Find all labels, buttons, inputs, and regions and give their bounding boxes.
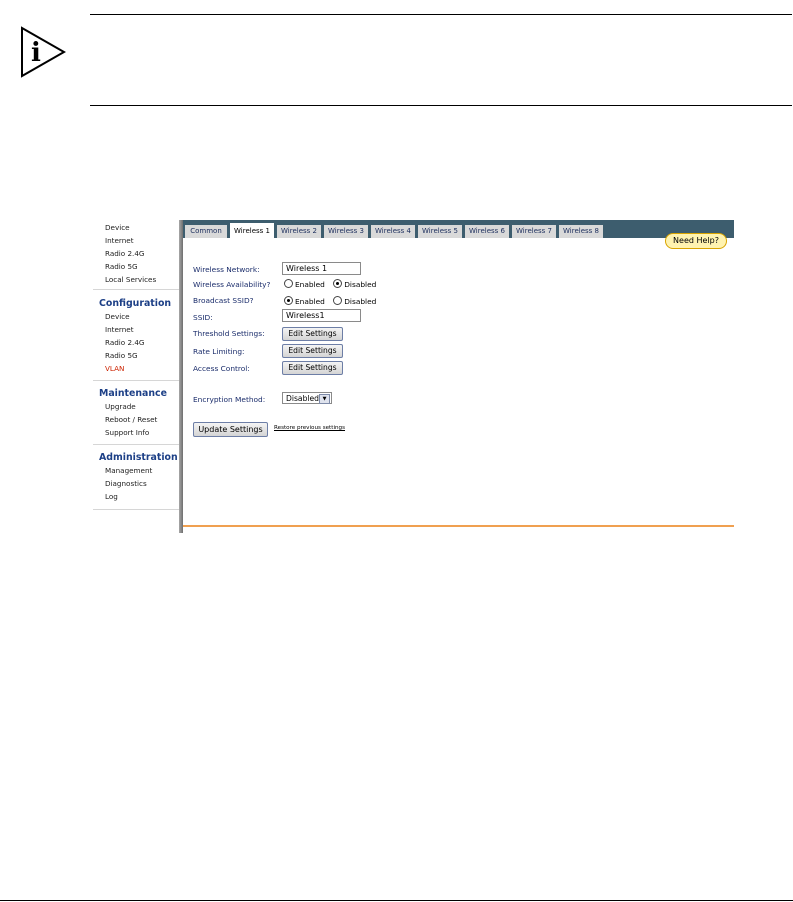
rate-limiting-edit-settings-button[interactable]: Edit Settings <box>282 344 343 358</box>
sidebar-item-internet[interactable]: Internet <box>105 236 134 245</box>
threshold-edit-settings-button[interactable]: Edit Settings <box>282 327 343 341</box>
footer-accent-line <box>183 525 734 527</box>
wireless-availability-options: Enabled Disabled <box>284 279 382 289</box>
sidebar-divider <box>93 289 179 290</box>
sidebar-divider <box>93 444 179 445</box>
restore-previous-settings-link[interactable]: Restore previous settings <box>274 425 345 431</box>
encryption-method-select[interactable]: Disabled ▼ <box>282 392 332 404</box>
tab-wireless-2[interactable]: Wireless 2 <box>277 225 321 238</box>
note-top-rule <box>90 14 792 15</box>
sidebar-item-local-services[interactable]: Local Services <box>105 275 156 284</box>
chevron-down-icon[interactable]: ▼ <box>319 394 330 404</box>
tab-wireless-3[interactable]: Wireless 3 <box>324 225 368 238</box>
sidebar-item-upgrade[interactable]: Upgrade <box>105 402 136 411</box>
rate-limiting-label: Rate Limiting: <box>193 347 245 356</box>
tab-common[interactable]: Common <box>185 225 227 238</box>
broadcast-disabled-radio[interactable] <box>333 296 343 305</box>
tab-bar: Common Wireless 1 Wireless 2 Wireless 3 … <box>183 220 734 238</box>
sidebar-divider <box>93 509 179 510</box>
main-panel: Common Wireless 1 Wireless 2 Wireless 3 … <box>183 220 734 533</box>
info-icon: i <box>21 26 66 78</box>
tab-wireless-4[interactable]: Wireless 4 <box>371 225 415 238</box>
sidebar-item-device[interactable]: Device <box>105 223 130 232</box>
tab-wireless-8[interactable]: Wireless 8 <box>559 225 603 238</box>
sidebar-item-reboot-reset[interactable]: Reboot / Reset <box>105 415 157 424</box>
broadcast-disabled-label: Disabled <box>344 297 377 306</box>
sidebar-item-config-radio-24g[interactable]: Radio 2.4G <box>105 338 144 347</box>
tab-wireless-1[interactable]: Wireless 1 <box>230 223 274 238</box>
availability-enabled-radio[interactable] <box>284 279 293 288</box>
note-body <box>100 24 780 94</box>
sidebar-item-config-radio-5g[interactable]: Radio 5G <box>105 351 138 360</box>
sidebar-divider <box>93 380 179 381</box>
ssid-input[interactable]: Wireless1 <box>282 309 361 322</box>
sidebar-item-radio-5g[interactable]: Radio 5G <box>105 262 138 271</box>
sidebar: Device Internet Radio 2.4G Radio 5G Loca… <box>91 220 179 533</box>
sidebar-item-config-internet[interactable]: Internet <box>105 325 134 334</box>
broadcast-ssid-label: Broadcast SSID? <box>193 296 254 305</box>
sidebar-item-management[interactable]: Management <box>105 466 152 475</box>
ssid-label: SSID: <box>193 313 213 322</box>
encryption-method-label: Encryption Method: <box>193 395 266 404</box>
access-control-edit-settings-button[interactable]: Edit Settings <box>282 361 343 375</box>
embedded-screenshot: Device Internet Radio 2.4G Radio 5G Loca… <box>91 220 734 533</box>
tab-wireless-5[interactable]: Wireless 5 <box>418 225 462 238</box>
tab-wireless-7[interactable]: Wireless 7 <box>512 225 556 238</box>
broadcast-enabled-radio[interactable] <box>284 296 293 305</box>
availability-enabled-label: Enabled <box>295 280 325 289</box>
sidebar-item-radio-24g[interactable]: Radio 2.4G <box>105 249 144 258</box>
sidebar-item-diagnostics[interactable]: Diagnostics <box>105 479 147 488</box>
sidebar-heading-maintenance: Maintenance <box>99 388 167 399</box>
encryption-method-value: Disabled <box>286 394 319 403</box>
sidebar-item-config-vlan[interactable]: VLAN <box>105 364 124 373</box>
availability-disabled-label: Disabled <box>344 280 377 289</box>
tab-wireless-6[interactable]: Wireless 6 <box>465 225 509 238</box>
sidebar-item-log[interactable]: Log <box>105 492 118 501</box>
threshold-settings-label: Threshold Settings: <box>193 329 265 338</box>
update-settings-button[interactable]: Update Settings <box>193 422 268 437</box>
wireless-network-label: Wireless Network: <box>193 265 260 274</box>
svg-text:i: i <box>31 38 41 68</box>
access-control-label: Access Control: <box>193 364 250 373</box>
broadcast-enabled-label: Enabled <box>295 297 325 306</box>
sidebar-item-support-info[interactable]: Support Info <box>105 428 149 437</box>
note-bottom-rule <box>90 105 792 106</box>
sidebar-heading-configuration: Configuration <box>99 298 172 309</box>
wireless-network-input[interactable]: Wireless 1 <box>282 262 361 275</box>
sidebar-item-config-device[interactable]: Device <box>105 312 130 321</box>
broadcast-ssid-options: Enabled Disabled <box>284 296 382 306</box>
wireless-availability-label: Wireless Availability? <box>193 280 271 289</box>
page-bottom-rule <box>0 900 793 901</box>
sidebar-heading-administration: Administration <box>99 452 178 463</box>
need-help-button[interactable]: Need Help? <box>665 233 727 249</box>
availability-disabled-radio[interactable] <box>333 279 343 288</box>
